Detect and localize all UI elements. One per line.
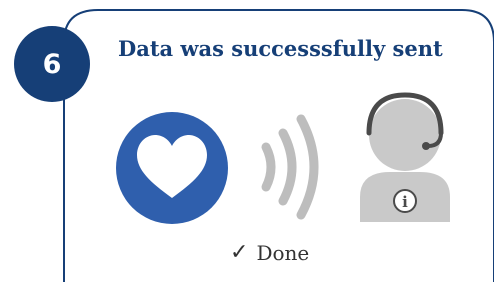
checkmark-icon: ✓ bbox=[230, 240, 249, 265]
info-icon: i bbox=[393, 189, 417, 213]
success-card: 6 Data was successsfully sent i ✓ Done bbox=[0, 0, 494, 282]
status-message: ✓ Done bbox=[230, 240, 309, 265]
heart-icon bbox=[116, 112, 228, 224]
status-label: Done bbox=[256, 240, 310, 265]
wireless-signal-icon bbox=[261, 114, 319, 220]
svg-text:i: i bbox=[402, 193, 408, 211]
